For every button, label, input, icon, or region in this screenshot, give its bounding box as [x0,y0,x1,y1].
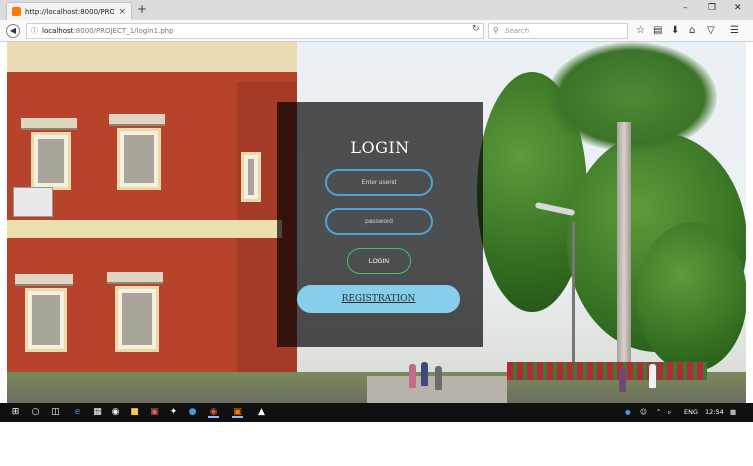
home-icon[interactable]: ⌂ [689,25,695,37]
navigation-bar: ◀ ⓘ localhost:8000/PROJECT_1/login1.php ↻… [0,20,753,42]
cortana-icon[interactable]: ○ [30,407,41,418]
language-indicator[interactable]: ENG [684,407,698,418]
url-path: :8000/PROJECT_1/login1.php [73,27,174,35]
registration-button[interactable]: REGISTRATION [297,285,460,313]
window-awning [15,274,73,286]
close-tab-icon[interactable]: × [118,7,126,17]
site-favicon-icon [12,7,21,16]
window-awning [107,272,163,284]
person [409,364,416,388]
window [117,128,161,190]
building-cornice [7,42,297,72]
login-panel: LOGIN LOGIN REGISTRATION [277,102,483,347]
photos-icon[interactable]: ▲ [256,407,267,418]
network-status-icon[interactable]: ● [625,407,631,418]
new-tab-button[interactable]: + [137,2,147,16]
app-icon[interactable]: ▦ [92,407,103,418]
app2-icon[interactable]: ▣ [149,407,160,418]
people-icon[interactable]: ☺ [640,407,647,418]
clock[interactable]: 12:54 [705,407,724,418]
person [619,368,626,392]
notification-icon[interactable]: ▩ [730,407,736,418]
info-icon[interactable]: ⓘ [31,27,38,35]
tab-strip: http://localhost:8000/PROJE × + – ❐ ✕ [0,0,753,20]
screen: http://localhost:8000/PROJE × + – ❐ ✕ ◀ … [0,0,753,466]
star-icon[interactable]: ☆ [636,25,645,37]
app3-icon[interactable]: ✦ [168,407,179,418]
login-button[interactable]: LOGIN [347,248,411,274]
close-window-button[interactable]: ✕ [734,3,742,13]
maximize-button[interactable]: ❐ [708,3,716,13]
chrome-icon[interactable]: ◉ [208,407,219,418]
file-explorer-icon[interactable]: ■ [129,407,140,418]
window-awning [109,114,165,126]
palm-tree-fronds [547,42,717,152]
search-icon: ⚲ [493,26,499,35]
login-title: LOGIN [350,138,410,157]
download-icon[interactable]: ⬇ [671,25,679,37]
pocket-icon[interactable]: ▽ [707,25,715,37]
search-input[interactable]: ⚲ Search [488,23,628,39]
person [649,364,656,388]
person [421,362,428,386]
speaker-icon[interactable]: ▹ [668,407,671,418]
menu-icon[interactable]: ☰ [730,25,739,37]
lamp-post [572,222,575,382]
palm-tree-trunk [617,122,631,392]
password-input[interactable] [325,208,433,235]
tree [637,222,746,372]
window [25,288,67,352]
browser-tab[interactable]: http://localhost:8000/PROJE × [6,2,132,20]
edge-icon[interactable]: e [72,407,83,418]
window-awning [21,118,77,130]
taskbar: ⊞ ○ ◫ e ▦ ◉ ■ ▣ ✦ ● ◉ ▣ ▲ ● ☺ ⌃ ▹ ENG 12… [0,403,753,422]
userid-input[interactable] [325,169,433,196]
reload-icon[interactable]: ↻ [472,24,480,34]
app4-icon[interactable]: ● [187,407,198,418]
window [115,286,159,352]
person [435,366,442,390]
windows-start-icon[interactable]: ⊞ [10,407,21,418]
url-host: localhost [42,27,74,35]
hp-icon[interactable]: ◉ [110,407,121,418]
back-arrow-icon[interactable]: ◀ [6,24,20,38]
building-band [7,220,282,238]
tab-title: http://localhost:8000/PROJE [25,7,115,16]
window [241,152,261,202]
address-bar[interactable]: ⓘ localhost:8000/PROJECT_1/login1.php [26,23,484,39]
search-placeholder: Search [505,27,530,35]
window [31,132,71,190]
flower-bed [507,362,707,380]
air-conditioner [13,187,53,217]
show-hidden-icons-icon[interactable]: ⌃ [656,407,661,418]
firefox-icon[interactable]: ▣ [232,407,243,418]
task-view-icon[interactable]: ◫ [50,407,61,418]
reader-icon[interactable]: ▤ [653,25,662,37]
web-page: LOGIN LOGIN REGISTRATION [7,42,746,403]
minimize-button[interactable]: – [683,3,688,13]
